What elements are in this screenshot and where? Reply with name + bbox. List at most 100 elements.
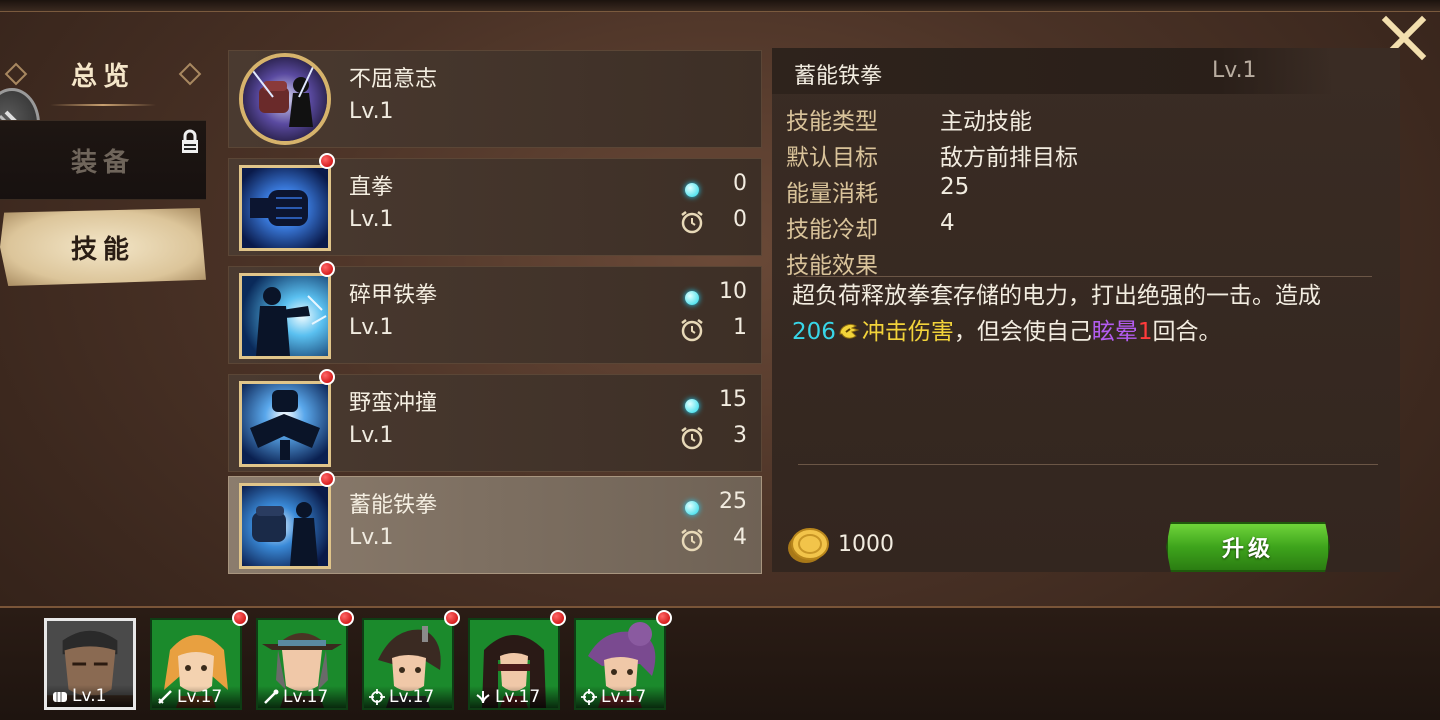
energy-icon: [685, 291, 699, 305]
skill-row[interactable]: 直拳 Lv.1 0 0: [228, 153, 762, 256]
skill-level: Lv.1: [349, 525, 394, 550]
alarm-clock-icon: [681, 427, 703, 450]
new-indicator-dot: [319, 261, 335, 277]
hero-level: Lv.17: [283, 687, 329, 707]
hero-slot[interactable]: Lv.17: [468, 618, 560, 710]
skill-row[interactable]: 碎甲铁拳 Lv.1 10 1: [228, 261, 762, 364]
damage-value: 206: [792, 319, 836, 345]
cooldown-value: 4: [733, 525, 747, 550]
skill-detail-panel: 蓄能铁拳 Lv.1 技能类型 主动技能 默认目标 敌方前排目标 能量消耗 25 …: [772, 48, 1400, 572]
cooldown-value: 1: [733, 315, 747, 340]
hero-level-label: Lv.17: [364, 686, 452, 708]
skill-name: 碎甲铁拳: [349, 283, 438, 308]
attr-label-effect: 技能效果: [786, 253, 878, 279]
hero-level: Lv.1: [72, 686, 107, 706]
skill-level: Lv.1: [349, 315, 394, 340]
gold-coin-icon: [788, 528, 829, 563]
hero-level-label: Lv.17: [258, 686, 346, 708]
skill-row[interactable]: 野蛮冲撞 Lv.1 15 3: [228, 369, 762, 472]
impact-damage-icon: [839, 323, 860, 339]
skill-icon: [239, 273, 331, 359]
hero-level: Lv.17: [389, 687, 435, 707]
skill-level: Lv.1: [349, 423, 394, 448]
attr-label-type: 技能类型: [786, 109, 878, 135]
attr-value-cooldown: 4: [940, 210, 955, 236]
new-indicator-dot: [550, 610, 566, 626]
new-indicator-dot: [338, 610, 354, 626]
hero-level-label: Lv.1: [47, 685, 133, 707]
tab-overview[interactable]: 总览: [0, 48, 206, 106]
alarm-clock-icon: [681, 319, 703, 342]
fist-role-icon: [53, 692, 67, 702]
hero-slot-selected[interactable]: Lv.1: [44, 618, 136, 710]
energy-icon: [685, 399, 699, 413]
hero-level-label: Lv.17: [470, 686, 558, 708]
attr-value-energy: 25: [940, 174, 970, 200]
skill-name: 直拳: [349, 175, 394, 200]
upgrade-button[interactable]: 升级: [1166, 522, 1330, 572]
tab-skills[interactable]: 技能: [0, 208, 206, 286]
skill-icon: [239, 165, 331, 251]
detail-skill-level: Lv.1: [1212, 58, 1257, 83]
hero-slot[interactable]: Lv.17: [150, 618, 242, 710]
lock-icon: [182, 129, 198, 153]
energy-icon: [685, 183, 699, 197]
skill-name: 不屈意志: [349, 67, 438, 92]
hero-level-label: Lv.17: [152, 686, 240, 708]
cooldown-value: 0: [733, 207, 747, 232]
skill-name: 蓄能铁拳: [349, 493, 438, 518]
new-indicator-dot: [656, 610, 672, 626]
divider: [798, 464, 1378, 465]
tab-divider: [50, 104, 156, 106]
tab-overview-label: 总览: [70, 61, 135, 92]
crosshair-role-icon: [581, 689, 597, 705]
wand-role-icon: [264, 689, 279, 704]
skill-level: Lv.1: [349, 207, 394, 232]
tab-equipment-label: 装备: [70, 147, 135, 178]
tab-equipment[interactable]: 装备: [0, 120, 206, 200]
new-indicator-dot: [232, 610, 248, 626]
skill-icon: [239, 483, 331, 569]
hero-slot[interactable]: Lv.17: [256, 618, 348, 710]
hero-level: Lv.17: [177, 687, 223, 707]
heal-role-icon: [476, 691, 490, 704]
alarm-clock-icon: [681, 529, 703, 552]
energy-icon: [685, 501, 699, 515]
ornament-diamond-icon: [178, 62, 202, 86]
skill-row-selected[interactable]: 蓄能铁拳 Lv.1 25 4: [228, 471, 762, 574]
skill-row-passive[interactable]: 不屈意志 Lv.1: [228, 50, 762, 148]
detail-header: 蓄能铁拳 Lv.1: [772, 48, 1332, 94]
upgrade-cost: 1000: [838, 532, 894, 557]
skill-icon: [239, 53, 331, 145]
hero-slot[interactable]: Lv.17: [574, 618, 666, 710]
energy-cost: 25: [719, 489, 747, 514]
detail-skill-name: 蓄能铁拳: [794, 64, 883, 89]
attr-label-energy: 能量消耗: [786, 181, 878, 207]
description-text: 超负荷释放拳套存储的电力，打出绝强的一击。造成: [792, 283, 1321, 309]
top-rim: [0, 0, 1440, 12]
skill-description: 超负荷释放拳套存储的电力，打出绝强的一击。造成 206 冲击伤害，但会使自己眩晕1…: [792, 278, 1352, 350]
new-indicator-dot: [319, 471, 335, 487]
energy-cost: 10: [719, 279, 747, 304]
status-turns: 1: [1137, 319, 1153, 345]
attr-value-target: 敌方前排目标: [940, 145, 1078, 171]
divider: [796, 276, 1372, 277]
new-indicator-dot: [444, 610, 460, 626]
damage-type: 冲击伤害: [861, 319, 954, 345]
hero-slot[interactable]: Lv.17: [362, 618, 454, 710]
ornament-diamond-icon: [4, 62, 28, 86]
tab-skills-label: 技能: [70, 234, 135, 265]
alarm-clock-icon: [681, 211, 703, 234]
energy-cost: 15: [719, 387, 747, 412]
skill-level: Lv.1: [349, 99, 394, 124]
new-indicator-dot: [319, 369, 335, 385]
attr-value-type: 主动技能: [940, 109, 1032, 135]
skill-icon: [239, 381, 331, 467]
hero-level: Lv.17: [495, 687, 541, 707]
new-indicator-dot: [319, 153, 335, 169]
attr-label-cooldown: 技能冷却: [786, 217, 878, 243]
crosshair-role-icon: [369, 689, 385, 705]
hero-level-label: Lv.17: [576, 686, 664, 708]
cooldown-value: 3: [733, 423, 747, 448]
hero-level: Lv.17: [601, 687, 647, 707]
